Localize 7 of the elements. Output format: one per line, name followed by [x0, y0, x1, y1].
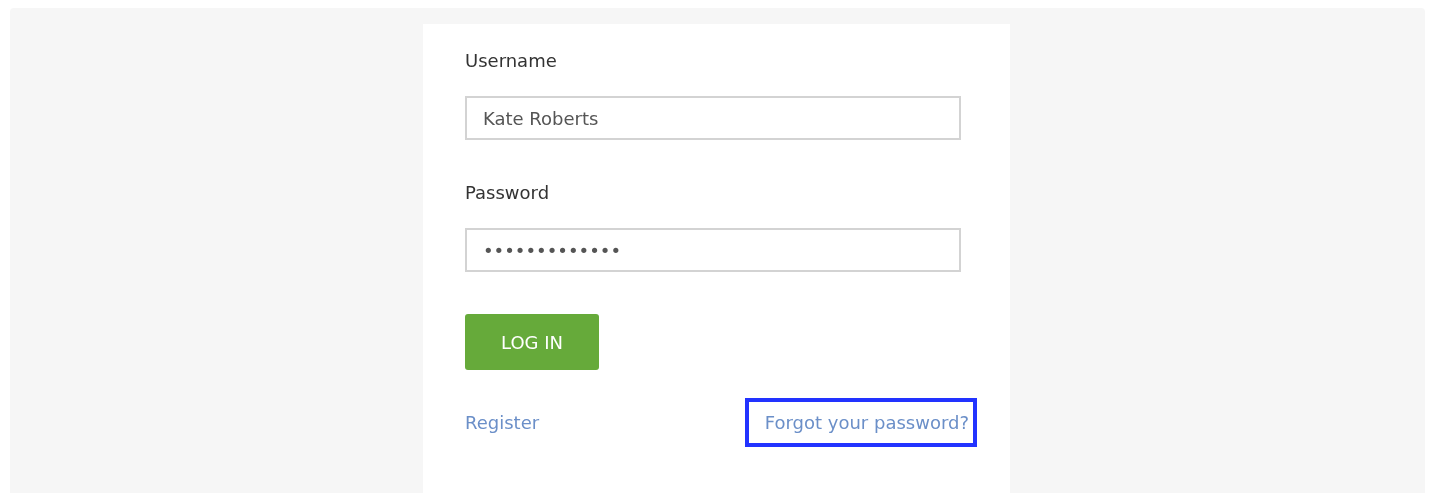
field-label: Password — [465, 182, 550, 204]
login-button[interactable]: LOG IN — [465, 314, 599, 370]
link[interactable]: Forgot your password? — [744, 398, 977, 447]
input-field[interactable]: ••••••••••••• — [465, 228, 961, 272]
link[interactable]: Register — [465, 398, 548, 447]
field-label: Username — [465, 50, 557, 72]
input-field[interactable]: Kate Roberts — [465, 96, 961, 140]
